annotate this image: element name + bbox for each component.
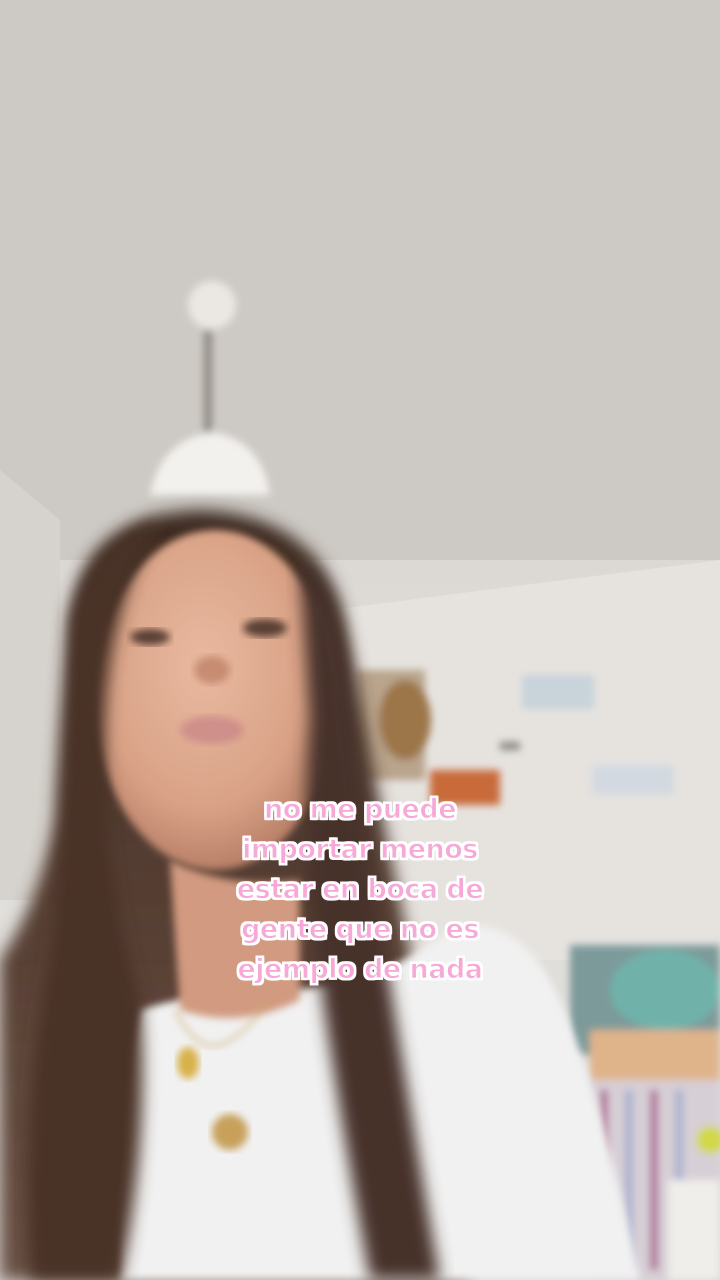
necklace-pendant-2: [212, 1114, 248, 1150]
necklace-pendant: [177, 1047, 199, 1079]
video-caption: no me puede importar menos estar en boca…: [160, 790, 560, 990]
ceiling: [0, 0, 720, 560]
caption-line-2: importar menos: [242, 834, 479, 866]
caption-line-4: gente que no es: [241, 914, 480, 946]
selfie-photo: [0, 0, 720, 1280]
nose: [194, 656, 230, 684]
right-eye: [243, 619, 287, 637]
left-wall: [0, 470, 60, 900]
caption-line-3: estar en boca de: [236, 874, 484, 906]
lips: [180, 716, 244, 744]
caption-line-5: ejemplo de nada: [237, 954, 484, 986]
left-eye: [130, 629, 170, 645]
caption-line-1: no me puede: [263, 794, 457, 826]
video-frame: no me puede importar menos estar en boca…: [0, 0, 720, 1280]
